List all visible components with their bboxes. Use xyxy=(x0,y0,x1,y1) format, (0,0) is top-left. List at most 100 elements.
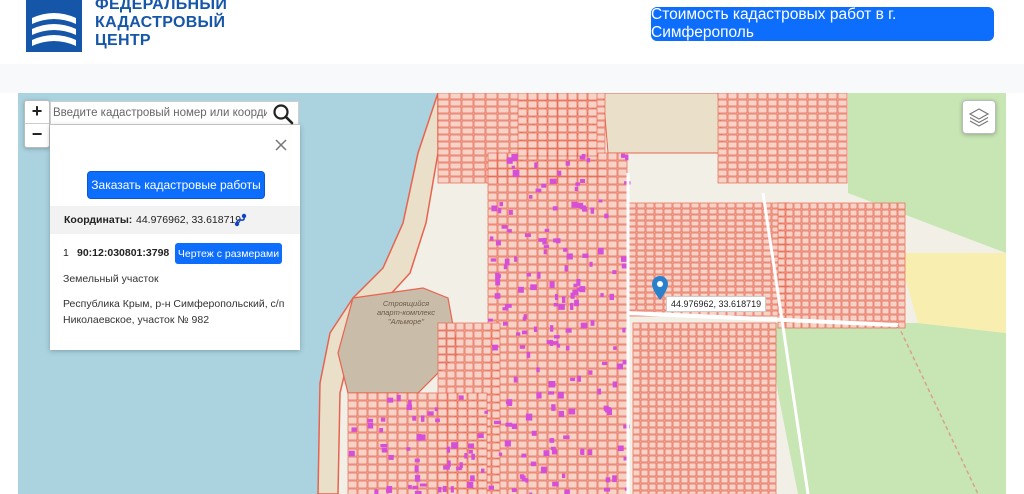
parcel xyxy=(704,427,713,435)
zoom-control: + − xyxy=(24,100,50,148)
logo-icon[interactable] xyxy=(26,0,82,52)
building xyxy=(434,407,438,412)
parcel xyxy=(735,226,745,233)
parcel xyxy=(387,416,398,425)
drawing-with-dimensions-button[interactable]: Чертеж с размерами xyxy=(175,243,282,264)
parcel xyxy=(617,392,628,401)
parcel xyxy=(607,368,618,377)
building xyxy=(550,325,554,332)
parcel xyxy=(717,99,728,107)
parcel xyxy=(482,354,492,363)
search-box xyxy=(50,101,299,125)
parcel xyxy=(587,100,598,109)
zoom-in-button[interactable]: + xyxy=(25,101,49,123)
parcel xyxy=(857,216,866,224)
parcel xyxy=(485,120,498,128)
parcel xyxy=(527,216,538,225)
search-input[interactable] xyxy=(53,104,267,122)
parcel xyxy=(437,354,447,363)
parcel xyxy=(437,362,447,371)
parcel xyxy=(567,320,578,329)
order-cadastral-button[interactable]: Заказать кадастровые работы xyxy=(88,172,264,198)
parcel xyxy=(757,99,768,107)
parcel xyxy=(427,448,438,457)
parcel xyxy=(387,464,398,473)
parcel xyxy=(717,134,728,142)
parcel xyxy=(632,350,641,358)
cadastral-number[interactable]: 90:12:030801:3798 xyxy=(77,247,169,259)
search-icon[interactable] xyxy=(272,103,294,125)
parcel xyxy=(607,232,618,241)
parcel xyxy=(557,368,568,377)
parcel xyxy=(417,400,428,409)
building xyxy=(564,265,569,272)
close-icon[interactable] xyxy=(274,138,288,152)
parcel xyxy=(640,455,649,463)
parcel xyxy=(747,162,758,170)
parcel xyxy=(760,392,769,400)
parcel xyxy=(473,362,483,371)
parcel xyxy=(497,184,508,193)
parcel xyxy=(482,370,492,379)
parcel xyxy=(597,312,608,321)
parcel xyxy=(720,378,729,386)
parcel xyxy=(857,314,866,322)
parcel xyxy=(457,400,468,409)
parcel xyxy=(889,265,898,273)
parcel xyxy=(735,274,745,281)
building xyxy=(612,270,617,275)
parcel xyxy=(636,220,646,227)
parcel xyxy=(841,272,850,280)
layers-button[interactable] xyxy=(962,100,996,134)
parcel xyxy=(827,93,838,100)
building xyxy=(602,361,608,366)
parcel xyxy=(497,176,508,185)
parcel xyxy=(720,406,729,414)
parcel xyxy=(817,265,826,273)
parcel xyxy=(857,286,866,294)
parcel xyxy=(744,274,754,281)
parcel xyxy=(617,320,628,329)
parcel xyxy=(736,483,745,491)
parcel xyxy=(663,262,673,269)
building xyxy=(571,201,578,208)
parcel xyxy=(617,336,628,345)
parcel xyxy=(753,238,763,245)
building xyxy=(468,449,473,454)
parcel xyxy=(744,455,753,463)
building xyxy=(521,453,527,458)
parcel xyxy=(688,434,697,442)
parcel xyxy=(777,237,786,245)
building xyxy=(511,488,517,493)
pricing-button[interactable]: Стоимость кадастровых работ в г. Симферо… xyxy=(651,6,994,41)
parcel xyxy=(632,392,641,400)
parcel xyxy=(727,169,738,177)
parcel xyxy=(699,250,709,257)
parcel xyxy=(461,155,474,163)
parcel xyxy=(857,279,866,287)
parcel xyxy=(785,209,794,217)
parcel xyxy=(632,469,641,477)
parcel xyxy=(752,350,761,358)
building xyxy=(534,162,538,169)
parcel xyxy=(809,307,818,315)
parcel xyxy=(537,200,548,209)
parcel xyxy=(688,427,697,435)
zoom-out-button[interactable]: − xyxy=(25,123,49,146)
parcel xyxy=(457,408,468,417)
building xyxy=(587,449,593,456)
route-icon[interactable] xyxy=(234,213,247,227)
parcel xyxy=(537,160,548,169)
parcel xyxy=(753,286,763,293)
parcel xyxy=(507,480,518,489)
building xyxy=(526,272,531,277)
building xyxy=(348,450,355,457)
parcel xyxy=(656,441,665,449)
building xyxy=(533,326,538,332)
building xyxy=(412,485,418,490)
parcel xyxy=(680,455,689,463)
parcel xyxy=(881,209,890,217)
parcel xyxy=(547,93,558,101)
parcel xyxy=(712,343,721,351)
parcel xyxy=(461,176,474,184)
